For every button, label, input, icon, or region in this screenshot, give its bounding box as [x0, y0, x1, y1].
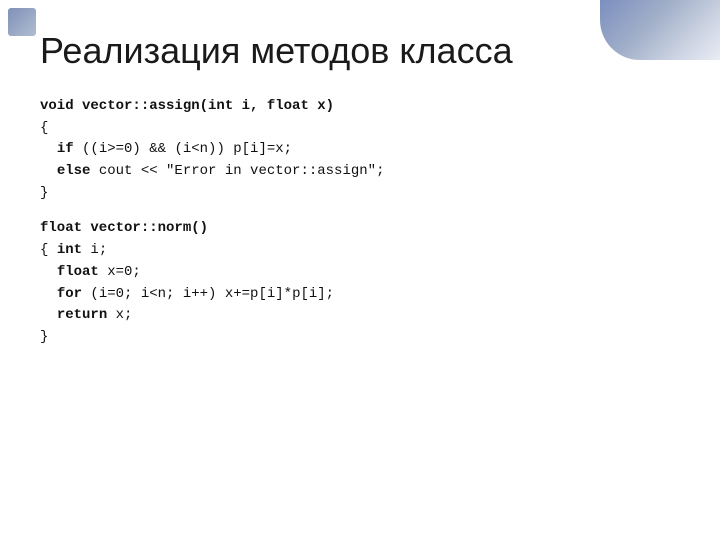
code-line: float x=0; [40, 262, 690, 284]
code-line: } [40, 327, 690, 349]
code-line: float vector::norm() [40, 218, 690, 240]
code-line: for (i=0; i<n; i++) x+=p[i]*p[i]; [40, 284, 690, 306]
keyword: for [57, 286, 82, 302]
slide-title: Реализация методов класса [40, 30, 690, 72]
code-line: else cout << "Error in vector::assign"; [40, 161, 690, 183]
keyword: float [57, 264, 99, 280]
code-line: } [40, 183, 690, 205]
keyword: return [57, 307, 107, 323]
keyword: float vector::norm() [40, 220, 208, 236]
slide-content: Реализация методов класса void vector::a… [0, 0, 720, 540]
keyword: if [57, 141, 74, 157]
code-line: void vector::assign(int i, float x) [40, 96, 690, 118]
keyword: void vector::assign(int i, float x) [40, 98, 334, 114]
code-line: return x; [40, 305, 690, 327]
code-block: void vector::assign(int i, float x) { if… [40, 96, 690, 349]
code-line: { [40, 118, 690, 140]
code-gap [40, 204, 690, 218]
code-line: { int i; [40, 240, 690, 262]
keyword: int [57, 242, 82, 258]
code-line: if ((i>=0) && (i<n)) p[i]=x; [40, 139, 690, 161]
keyword: else [57, 163, 91, 179]
